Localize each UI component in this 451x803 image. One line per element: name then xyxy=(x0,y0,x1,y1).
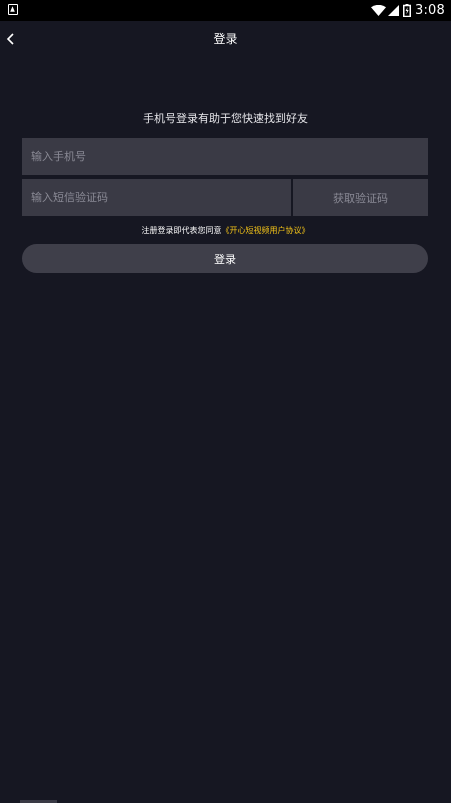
signal-icon xyxy=(388,5,399,16)
status-time: 3:08 xyxy=(415,3,445,18)
wifi-icon xyxy=(371,5,386,16)
page-title: 登录 xyxy=(213,32,238,46)
phone-input[interactable] xyxy=(22,138,428,175)
user-agreement-link[interactable]: 《开心短视频用户协议》 xyxy=(222,226,310,235)
notification-a-icon xyxy=(8,4,18,15)
login-button[interactable]: 登录 xyxy=(22,244,428,273)
agreement-text: 注册登录即代表您同意《开心短视频用户协议》 xyxy=(0,225,451,236)
battery-icon xyxy=(403,4,411,17)
header: 登录 xyxy=(0,21,451,57)
login-subtitle: 手机号登录有助于您快速找到好友 xyxy=(143,112,308,125)
sms-code-input[interactable] xyxy=(22,179,291,216)
login-screen: 3:08 登录 手机号登录有助于您快速找到好友 获取验证码 注册登录即代表您同意… xyxy=(0,0,451,803)
status-icons: 3:08 xyxy=(371,0,451,21)
get-code-button[interactable]: 获取验证码 xyxy=(293,179,428,216)
agreement-prefix: 注册登录即代表您同意 xyxy=(141,226,222,235)
status-bar: 3:08 xyxy=(0,0,451,21)
